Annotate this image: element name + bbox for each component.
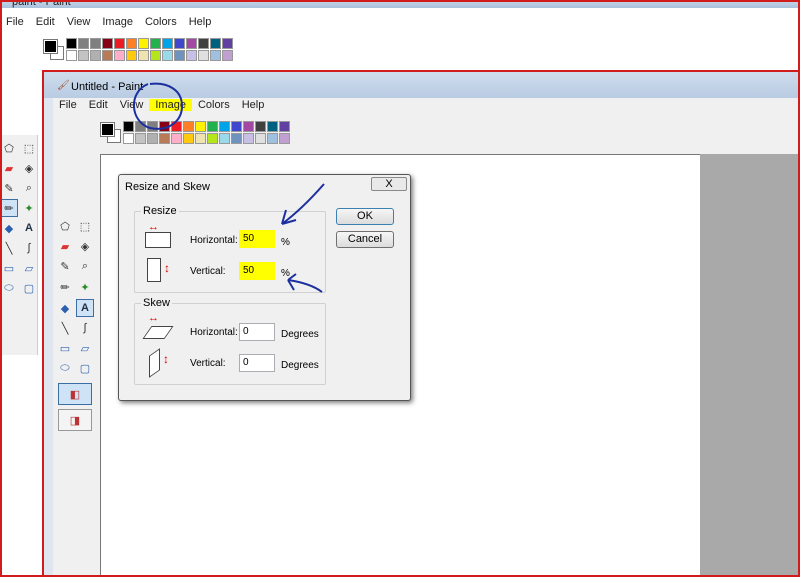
image-menu-circle-annotation: [133, 82, 184, 130]
annotation-layer: [133, 82, 325, 293]
arrow-annotation-vertical: [287, 273, 323, 293]
arrow-annotation-horizontal: [281, 183, 325, 225]
